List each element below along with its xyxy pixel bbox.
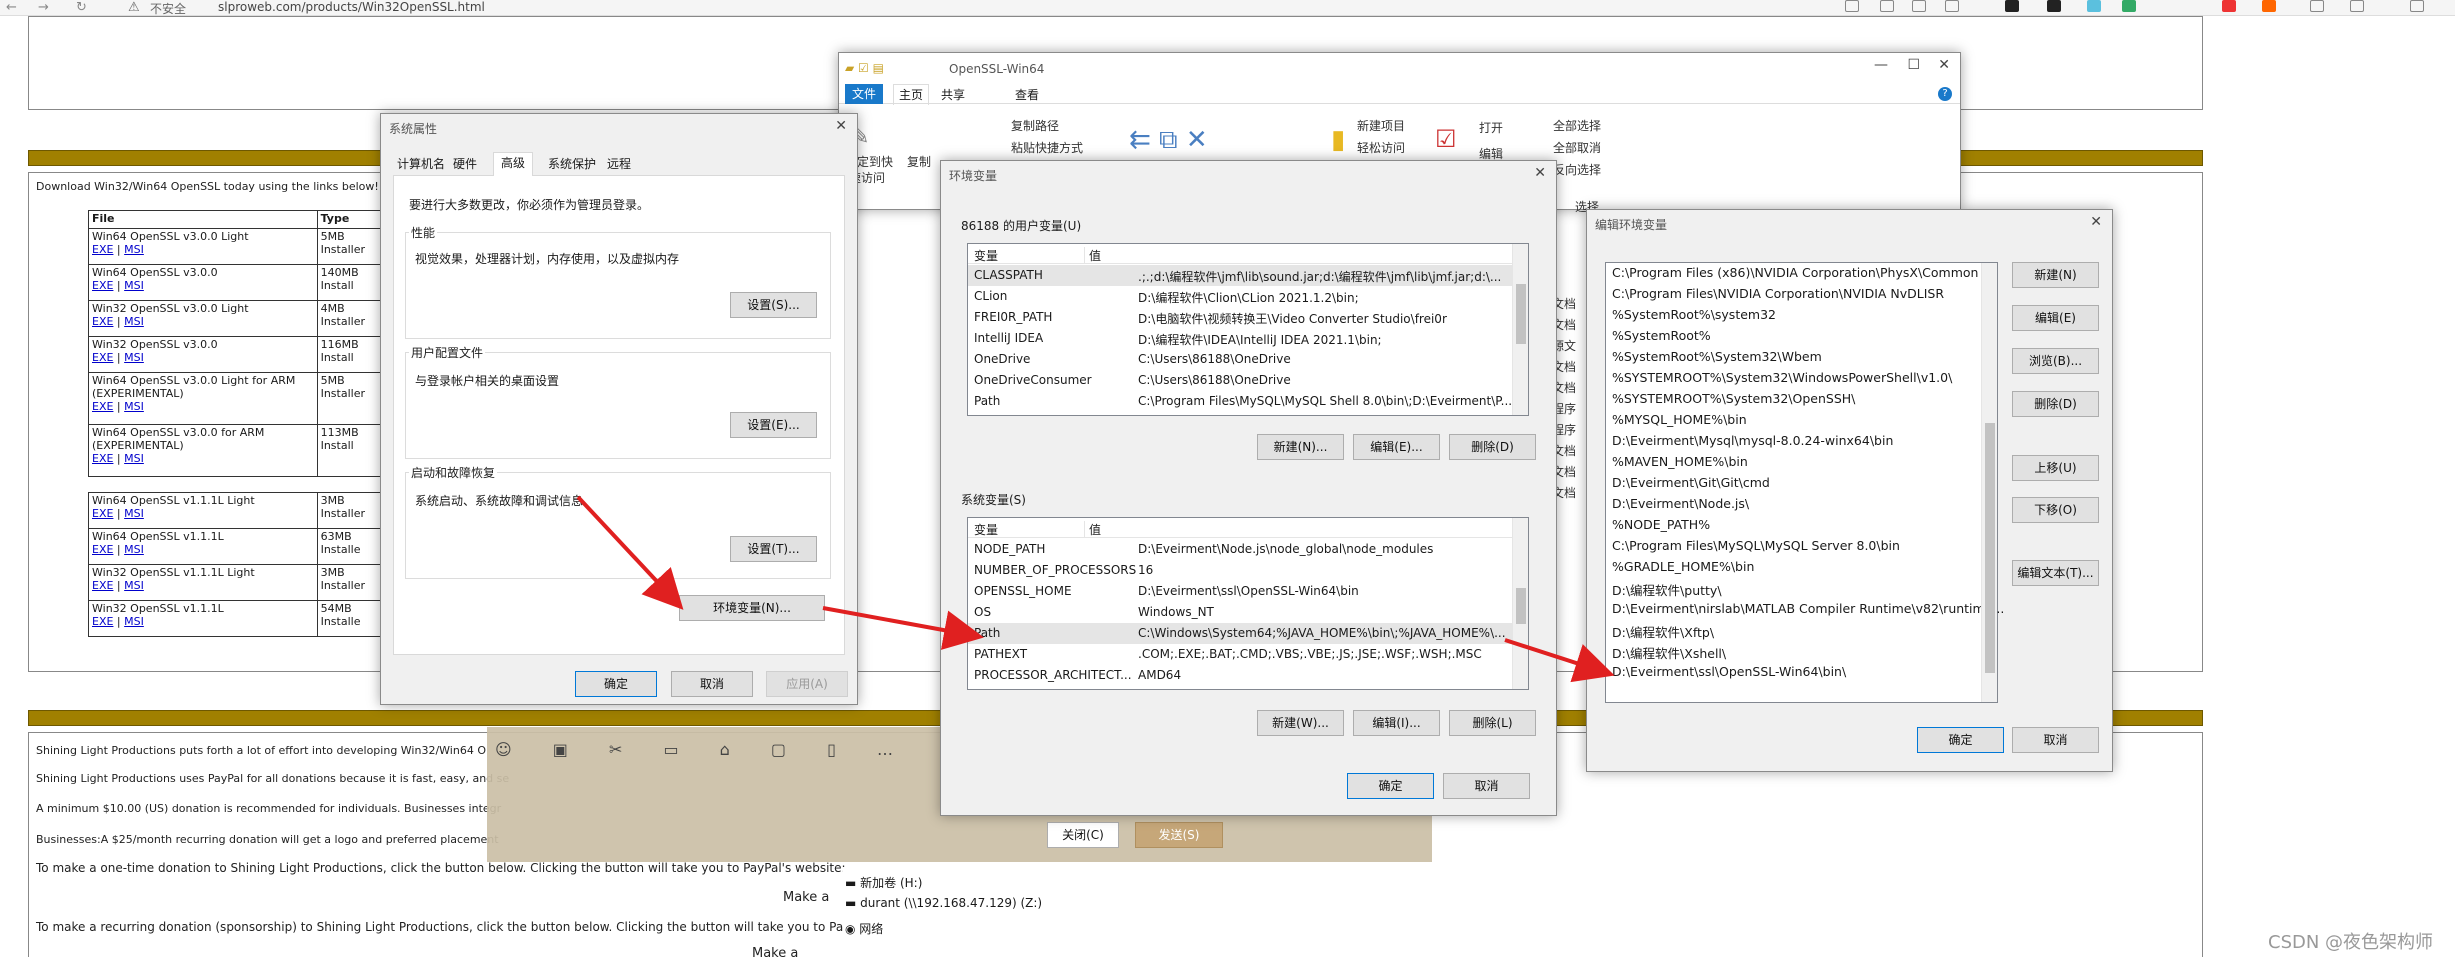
- arrow-to-new-path: [1504, 638, 1615, 683]
- arrow-to-env-button: [576, 495, 684, 610]
- annotation-arrows: [576, 495, 1615, 683]
- arrow-to-path-var: [822, 606, 984, 650]
